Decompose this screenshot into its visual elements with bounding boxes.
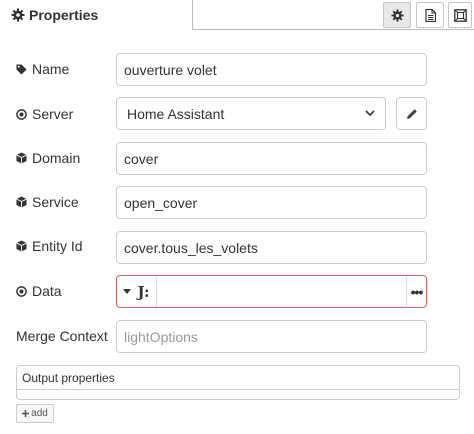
appearance-tab-button[interactable]: [448, 2, 472, 28]
server-select[interactable]: Home Assistant: [116, 97, 386, 130]
tag-icon: [16, 63, 32, 75]
add-output-label: add: [31, 408, 48, 419]
service-label: Service: [16, 194, 79, 210]
domain-label: Domain: [16, 150, 80, 166]
entity-label: Entity Id: [16, 238, 83, 254]
cube-icon: [16, 240, 32, 252]
service-label-text: Service: [32, 194, 79, 210]
dot-circle-icon: [16, 108, 32, 120]
edit-server-button[interactable]: [396, 97, 427, 130]
dot-circle-icon: [16, 285, 32, 297]
tab-bar: Properties: [0, 0, 474, 30]
expand-editor-button[interactable]: •••: [406, 276, 426, 307]
data-type-select[interactable]: J:: [117, 276, 157, 307]
frame-icon: [453, 8, 467, 22]
cube-icon: [16, 152, 32, 164]
output-properties-list: Output properties: [16, 365, 460, 400]
properties-title: Properties: [29, 7, 99, 23]
settings-tab-button[interactable]: [383, 2, 411, 28]
domain-input[interactable]: cover: [116, 142, 427, 175]
output-properties-header: Output properties: [17, 366, 459, 390]
description-tab-button[interactable]: [416, 2, 444, 28]
entity-id-input[interactable]: cover.tous_les_volets: [116, 231, 427, 264]
tab-toolbar: [192, 0, 474, 30]
cog-icon: [11, 8, 25, 22]
entity-label-text: Entity Id: [32, 238, 83, 254]
data-label-text: Data: [32, 283, 62, 299]
chevron-down-icon: [365, 110, 375, 117]
properties-tab[interactable]: Properties: [0, 0, 192, 30]
data-value-input[interactable]: [157, 276, 406, 307]
server-label: Server: [16, 106, 73, 122]
document-icon: [424, 8, 436, 22]
service-input[interactable]: open_cover: [116, 186, 427, 219]
server-label-text: Server: [32, 106, 74, 122]
pencil-icon: [406, 108, 418, 120]
plus-icon: [22, 410, 30, 417]
data-typed-input: J: •••: [116, 275, 427, 308]
merge-context-input[interactable]: lightOptions: [116, 320, 427, 353]
name-label: Name: [16, 61, 69, 77]
server-select-value: Home Assistant: [127, 105, 225, 122]
name-input[interactable]: ouverture volet: [116, 53, 427, 86]
name-label-text: Name: [32, 61, 70, 77]
cube-icon: [16, 196, 32, 208]
domain-label-text: Domain: [32, 150, 81, 166]
gear-icon: [390, 8, 404, 22]
add-output-button[interactable]: add: [16, 404, 54, 423]
json-type-label: J:: [137, 282, 150, 301]
data-label: Data: [16, 283, 62, 299]
merge-context-label: Merge Context: [16, 328, 108, 344]
caret-down-icon: [123, 289, 132, 294]
